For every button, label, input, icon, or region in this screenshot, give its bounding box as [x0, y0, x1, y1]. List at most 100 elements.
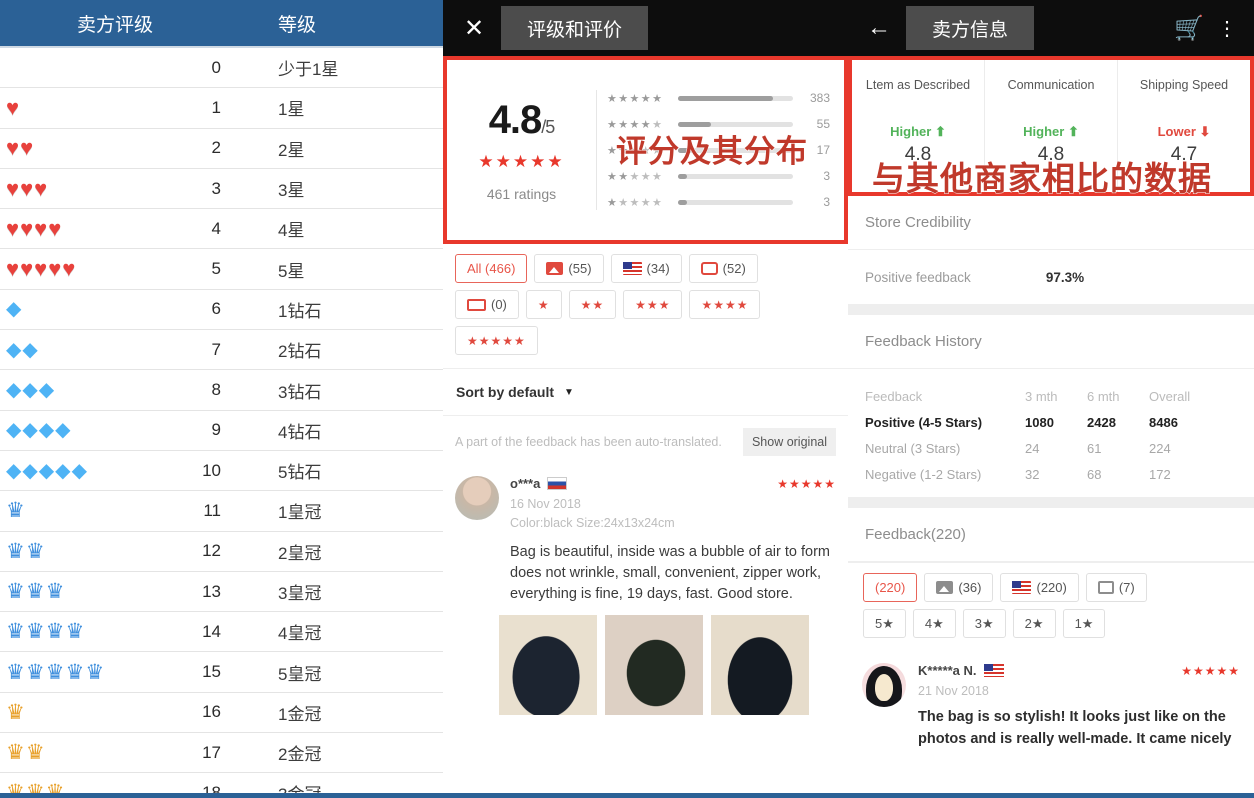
filter-chip-label: (7) [1118, 580, 1135, 595]
diamond-icon: ◆ [6, 459, 22, 482]
filter-chip[interactable]: All (466) [455, 254, 528, 283]
feedback-history-column-header: Overall [1149, 388, 1191, 404]
distribution-count: 383 [809, 91, 830, 105]
seller-rating-table-panel: 卖方评级 等级 0 少于1星 ♥ 1 1星 ♥ ♥ 2 2星 ♥ ♥ ♥ 3 3星 ♥ ♥ ♥ ♥ 4 4星 ♥ ♥ ♥ ♥ ♥… [0, 0, 443, 798]
reviewer-name: K*****a N. [918, 663, 977, 678]
table-row: ♛ 16 1金冠 [0, 693, 443, 734]
level-label-cell: 1皇冠 [278, 503, 322, 523]
filter-chip[interactable]: (34) [610, 254, 682, 283]
crown-blue-icon: ♛ [25, 580, 45, 603]
feedback-history-cell: 172 [1149, 466, 1171, 482]
close-icon[interactable]: ✕ [457, 14, 491, 43]
level-number-cell: 6 [211, 299, 221, 319]
filter-chip[interactable]: ★★★★ [689, 290, 761, 319]
filter-chip[interactable]: 5★ [863, 609, 906, 638]
diamond-icon: ◆ [38, 419, 55, 442]
feedback-history-column-header: 6 mth [1087, 388, 1120, 404]
filter-chip[interactable]: (7) [1085, 573, 1147, 602]
filter-chip-label: ★ [537, 297, 550, 312]
filter-chip[interactable]: 1★ [1062, 609, 1106, 638]
level-number-cell: 11 [203, 500, 221, 520]
table-row: ♥ ♥ ♥ 3 3星 [0, 169, 443, 210]
filter-chip[interactable]: ★★★ [623, 290, 683, 319]
review-photo[interactable] [499, 615, 597, 715]
rating-icon-cell: ♥ [0, 94, 150, 120]
crown-blue-icon: ♛ [6, 660, 25, 684]
arrow-up-icon: ⬆ [1064, 124, 1079, 139]
rating-distribution-row: ★★★★★ 55 [607, 111, 830, 137]
crown-blue-icon: ♛ [65, 660, 85, 684]
back-arrow-icon[interactable]: ← [862, 14, 896, 42]
filter-chip-label: ★★★★ [701, 297, 749, 312]
distribution-star-label: ★★★★★ [607, 196, 664, 209]
filter-chip-row-2: (0) ★ ★★ ★★★ ★★★★ [455, 290, 838, 319]
rating-icon-cell: ♥ ♥ ♥ ♥ [0, 217, 150, 240]
level-label-cell: 4钻石 [278, 422, 322, 442]
more-vertical-icon[interactable]: ⋮ [1210, 16, 1244, 41]
filter-chip-row-3: ★★★★★ [455, 326, 838, 355]
heart-icon: ♥ [62, 256, 76, 282]
distribution-bar-fill [678, 199, 688, 205]
us-flag-icon [622, 262, 642, 275]
metric-label: Ltem as Described [865, 78, 971, 92]
filter-chip[interactable]: (220) [1000, 573, 1079, 602]
level-label-cell: 5钻石 [278, 463, 322, 483]
feedback-history-cell: Positive (4-5 Stars) [865, 414, 983, 430]
feedback-history-column-header: Feedback [865, 388, 923, 404]
ruler-icon [467, 298, 486, 311]
distribution-bar-fill [678, 173, 688, 179]
level-number-cell: 4 [211, 218, 221, 238]
distribution-count: 17 [816, 143, 830, 157]
sort-label: Sort by default [456, 384, 555, 400]
filter-chip[interactable]: ★★ [568, 290, 617, 319]
level-number-cell: 14 [202, 621, 221, 641]
show-original-button[interactable]: Show original [742, 428, 836, 456]
filter-chip[interactable]: (52) [688, 254, 758, 283]
sort-dropdown[interactable]: Sort by default ▼ [443, 368, 848, 416]
feedback-filter-chips: (220) (36) (220) (7) 5★ 4★ 3★ 2★ 1★ [848, 562, 1254, 653]
table-row: ♛ ♛ 17 2金冠 [0, 733, 443, 774]
filter-chip-label: 2★ [1024, 615, 1044, 631]
table-row: ♥ ♥ 2 2星 [0, 129, 443, 169]
diamond-icon: ◆ [6, 419, 22, 442]
review-text: The bag is so stylish! It looks just lik… [918, 709, 1232, 747]
rating-icon-cell: ♥ ♥ [0, 137, 150, 159]
level-number-cell: 15 [202, 662, 221, 682]
diamond-icon: ◆ [38, 379, 55, 402]
filter-chip[interactable]: 4★ [912, 609, 956, 638]
crown-blue-icon: ♛ [25, 539, 45, 563]
filter-chip[interactable]: 3★ [962, 609, 1006, 638]
review-photo[interactable] [605, 615, 703, 715]
filter-chip[interactable]: (36) [924, 573, 994, 602]
level-label-cell: 1钻石 [278, 301, 322, 321]
rating-star-row: ★★★★★ [478, 152, 565, 171]
table-row: ♛ ♛ ♛ ♛ ♛ 15 5皇冠 [0, 652, 443, 693]
filter-chip[interactable]: (55) [534, 254, 604, 283]
heart-icon: ♥ [20, 135, 34, 161]
seller-metric: Ltem as Described Higher ⬆ 4.8 [852, 60, 985, 192]
filter-chip[interactable]: (220) [863, 573, 918, 602]
filter-chip[interactable]: 2★ [1012, 609, 1056, 638]
positive-feedback-label: Positive feedback [865, 269, 971, 285]
table-header-row: 卖方评级 等级 [0, 0, 443, 48]
crown-blue-icon: ♛ [85, 660, 105, 684]
heart-icon: ♥ [34, 256, 48, 282]
mid-appbar: ✕ 评级和评价 [443, 0, 848, 56]
feedback-history-cell: 68 [1087, 466, 1102, 482]
table-row: 0 少于1星 [0, 48, 443, 89]
cart-icon[interactable]: 🛒 [1172, 14, 1206, 43]
filter-chip[interactable]: ★★★★★ [455, 326, 538, 355]
rating-icon-cell: ♛ ♛ [0, 742, 150, 763]
metric-comparison: Higher ⬆ [985, 124, 1117, 140]
filter-chip[interactable]: (0) [455, 290, 519, 319]
section-divider [848, 304, 1254, 315]
crown-blue-icon: ♛ [65, 620, 85, 644]
level-label-cell: 4星 [278, 221, 305, 241]
rating-icon-cell: ♛ ♛ ♛ ♛ [0, 621, 150, 642]
filter-chip[interactable]: ★ [525, 290, 562, 319]
level-label-cell: 3金冠 [278, 785, 322, 798]
review-photo[interactable] [711, 615, 809, 715]
level-label-cell: 2皇冠 [278, 543, 322, 563]
heart-icon: ♥ [6, 94, 20, 120]
distribution-bar-fill [678, 121, 712, 127]
